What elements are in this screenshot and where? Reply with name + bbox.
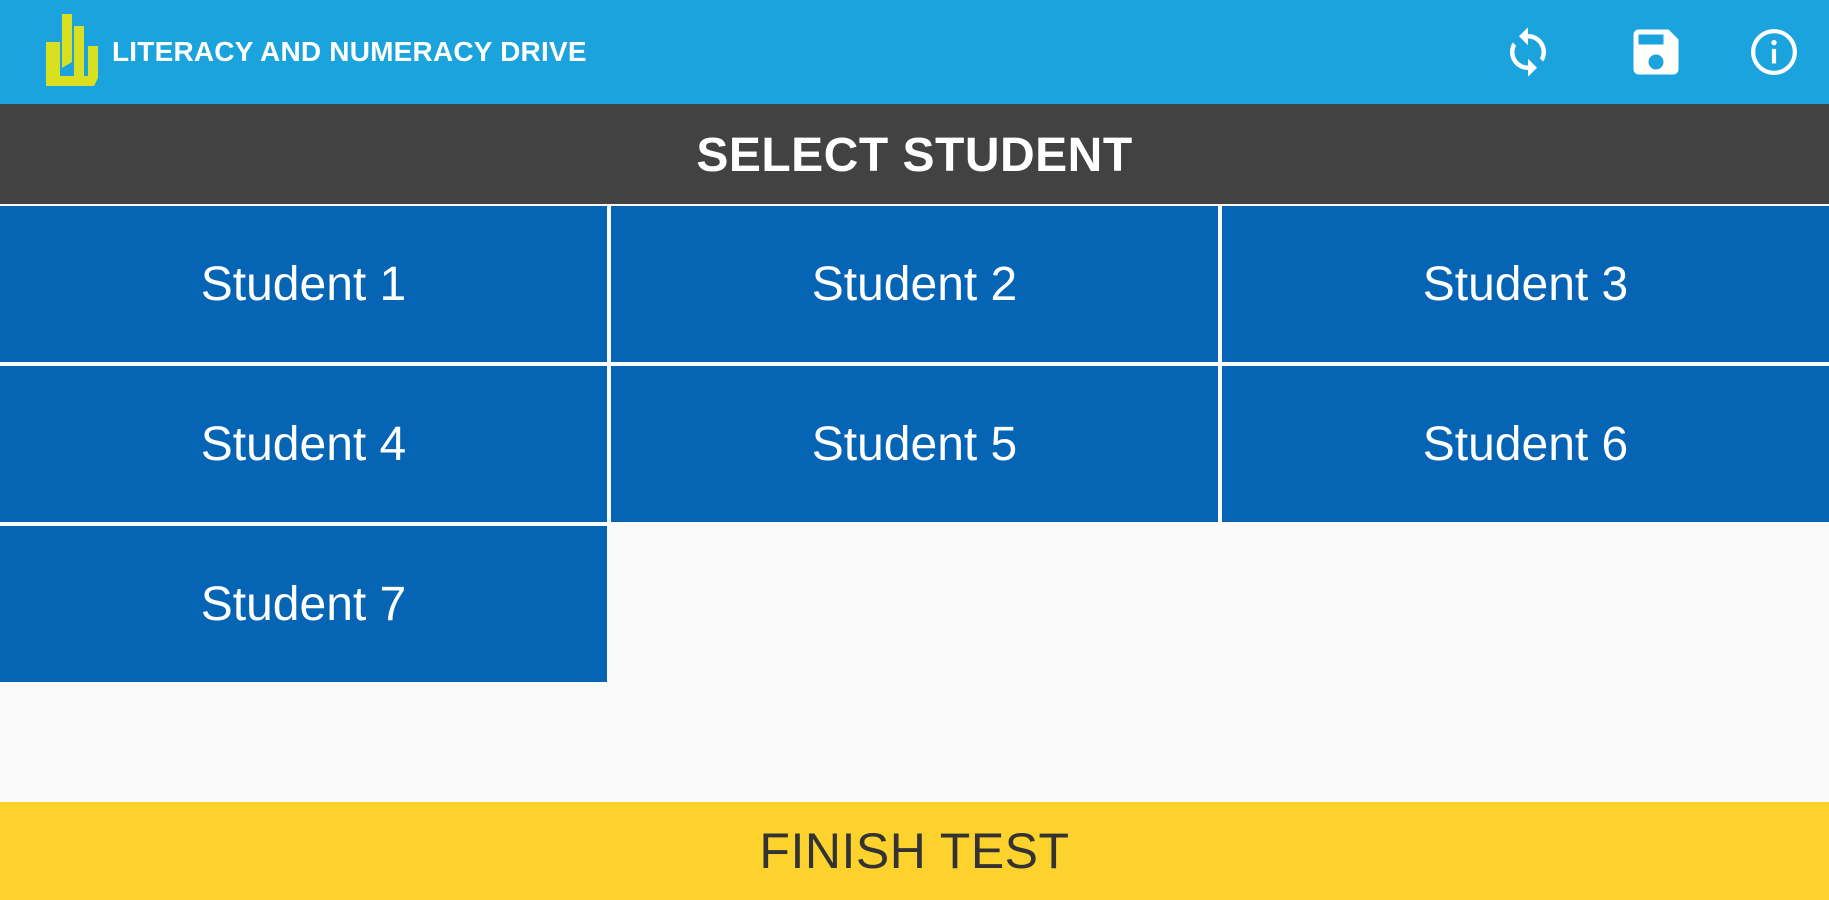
select-student-header: SELECT STUDENT (0, 104, 1829, 204)
student-label: Student 3 (1422, 257, 1629, 311)
section-title: SELECT STUDENT (696, 128, 1133, 182)
student-label: Student 4 (200, 417, 407, 471)
sync-icon (1510, 27, 1546, 77)
student-tile-7[interactable]: Student 7 (0, 526, 607, 682)
sync-button[interactable] (1498, 22, 1558, 82)
save-button[interactable] (1626, 22, 1686, 82)
lnd-logo-icon (46, 12, 102, 92)
student-tile-1[interactable]: Student 1 (0, 206, 607, 362)
app-window: LITERACY AND NUMERACY DRIVE SELECT STUDE… (0, 0, 1829, 900)
student-label: Student 6 (1422, 417, 1629, 471)
student-tile-3[interactable]: Student 3 (1222, 206, 1829, 362)
info-icon (1751, 29, 1797, 75)
student-label: Student 1 (200, 257, 407, 311)
student-tile-2[interactable]: Student 2 (611, 206, 1218, 362)
student-label: Student 5 (811, 417, 1018, 471)
student-tile-6[interactable]: Student 6 (1222, 366, 1829, 522)
student-tile-5[interactable]: Student 5 (611, 366, 1218, 522)
info-button[interactable] (1744, 22, 1804, 82)
save-icon (1633, 29, 1679, 75)
finish-test-label: FINISH TEST (759, 823, 1070, 879)
app-title: LITERACY AND NUMERACY DRIVE (112, 36, 587, 67)
student-label: Student 2 (811, 257, 1018, 311)
finish-test-button[interactable]: FINISH TEST (0, 802, 1829, 900)
student-label: Student 7 (200, 577, 407, 631)
top-app-bar: LITERACY AND NUMERACY DRIVE (0, 0, 1829, 104)
student-tile-4[interactable]: Student 4 (0, 366, 607, 522)
